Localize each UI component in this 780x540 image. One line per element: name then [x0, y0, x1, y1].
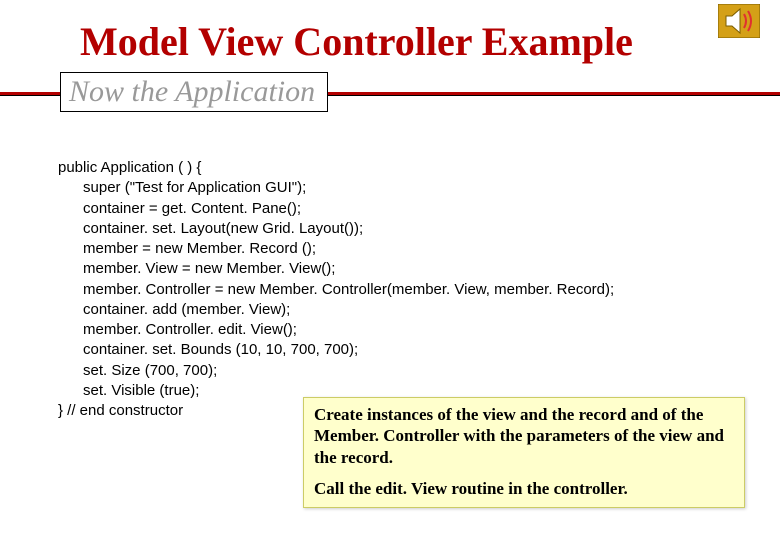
- code-block: public Application ( ) { super ("Test fo…: [58, 158, 750, 421]
- code-line: member. Controller. edit. View();: [58, 321, 297, 338]
- code-line: member. Controller = new Member. Control…: [58, 281, 614, 298]
- code-line: member. View = new Member. View();: [58, 260, 335, 277]
- slide: Model View Controller Example Now the Ap…: [0, 0, 780, 540]
- code-line: } // end constructor: [58, 402, 183, 419]
- code-line: set. Visible (true);: [58, 382, 199, 399]
- code-line: set. Size (700, 700);: [58, 362, 217, 379]
- slide-title: Model View Controller Example: [80, 18, 740, 65]
- code-line: container. set. Layout(new Grid. Layout(…: [58, 220, 363, 237]
- callout-text: Call the edit. View routine in the contr…: [314, 478, 734, 499]
- code-line: super ("Test for Application GUI");: [58, 179, 306, 196]
- code-line: container = get. Content. Pane();: [58, 200, 301, 217]
- code-line: container. set. Bounds (10, 10, 700, 700…: [58, 341, 358, 358]
- code-line: container. add (member. View);: [58, 301, 290, 318]
- subtitle-box: Now the Application: [60, 72, 328, 112]
- code-line: public Application ( ) {: [58, 159, 201, 176]
- callout-box: Create instances of the view and the rec…: [303, 397, 745, 508]
- callout-text: Create instances of the view and the rec…: [314, 404, 734, 468]
- code-line: member = new Member. Record ();: [58, 240, 316, 257]
